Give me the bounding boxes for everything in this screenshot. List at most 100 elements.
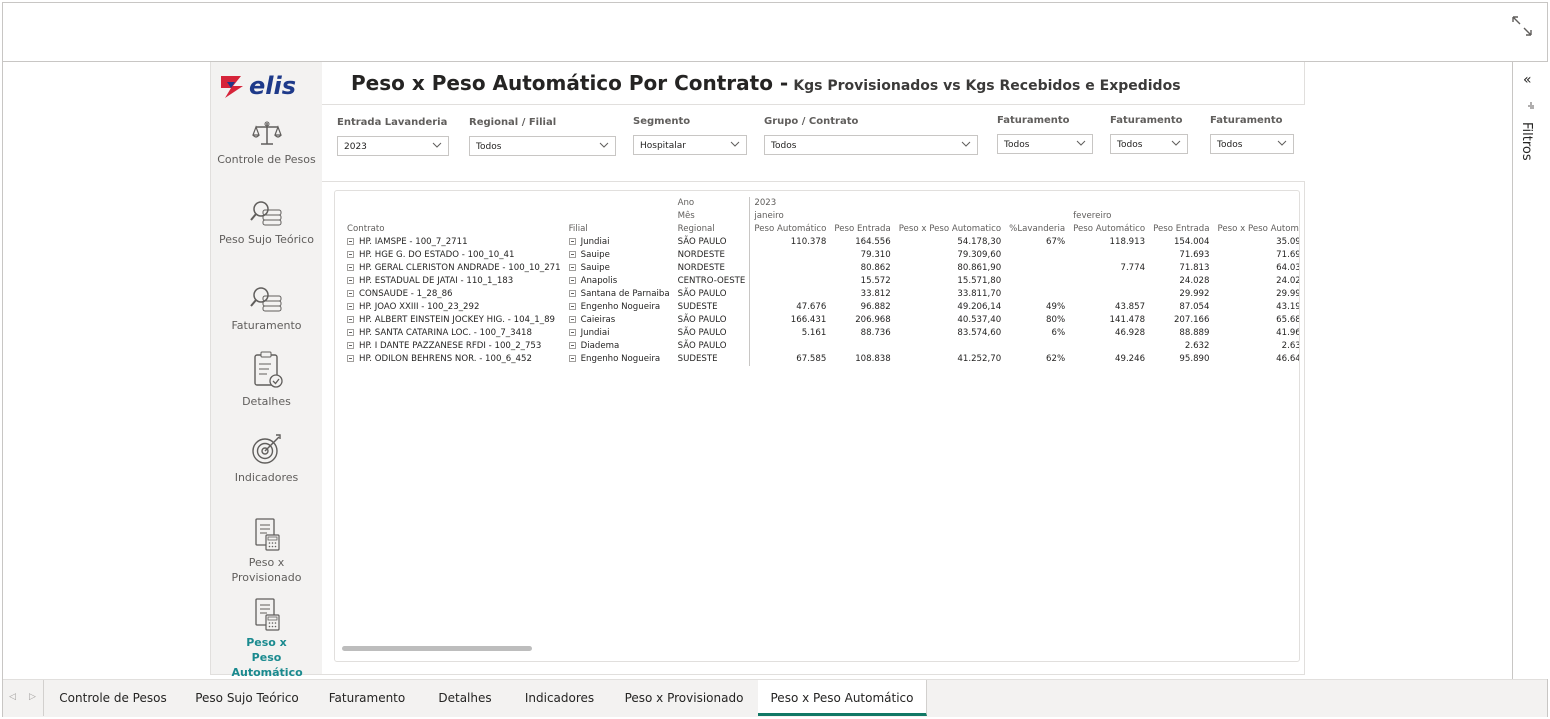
nav-peso-sujo-teorico[interactable]: Peso Sujo Teórico xyxy=(211,198,322,247)
chevron-down-icon xyxy=(599,142,609,148)
table-row[interactable]: HP. SANTA CATARINA LOC. - 100_7_3418 Jund… xyxy=(343,327,1299,340)
col-contrato[interactable]: Contrato xyxy=(343,223,565,236)
slicer-dropdown[interactable]: Hospitalar xyxy=(633,135,747,155)
cell-jan-lav: 62% xyxy=(1005,353,1069,366)
expand-collapse-icon[interactable] xyxy=(347,316,354,323)
expand-collapse-icon[interactable] xyxy=(347,277,354,284)
expand-collapse-icon[interactable] xyxy=(568,303,576,310)
table-row[interactable]: HP. I DANTE PAZZANESE RFDI - 100_2_753 Di… xyxy=(343,340,1299,353)
cell-fev-ent: 87.054 xyxy=(1149,301,1213,314)
nav-peso-x-provisionado[interactable]: Peso x Provisionado xyxy=(211,517,322,585)
tab-peso-x-peso-automatico[interactable]: Peso x Peso Automático xyxy=(758,680,927,716)
table-row[interactable]: HP. GERAL CLERISTON ANDRADE - 100_10_271… xyxy=(343,262,1299,275)
cell-fev-ent: 2.632 xyxy=(1149,340,1213,353)
nav-faturamento[interactable]: Faturamento xyxy=(211,284,322,333)
expand-collapse-icon[interactable] xyxy=(568,264,576,271)
expand-collapse-icon[interactable] xyxy=(347,355,354,362)
table-row[interactable]: HP. HGE G. DO ESTADO - 100_10_41 Sauipe NO… xyxy=(343,249,1299,262)
expand-collapse-icon[interactable] xyxy=(568,277,576,284)
tab-peso-sujo-teorico[interactable]: Peso Sujo Teórico xyxy=(181,680,314,716)
expand-collapse-icon[interactable] xyxy=(347,251,354,258)
cell-jan-pxp: 54.178,30 xyxy=(895,236,1005,249)
report-page: elis Controle de Pesos Peso Sujo Teórico… xyxy=(210,62,1305,679)
slicer-dropdown[interactable]: Todos xyxy=(1210,134,1294,154)
expand-collapse-icon[interactable] xyxy=(568,316,576,323)
month-janeiro: janeiro xyxy=(749,210,831,223)
tab-indicadores[interactable]: Indicadores xyxy=(509,680,611,716)
filters-pane-label[interactable]: Filtros xyxy=(1519,122,1534,161)
slicer-dropdown[interactable]: Todos xyxy=(469,136,616,156)
tab-scroll-right-icon[interactable]: ▷ xyxy=(29,692,36,702)
nav-peso-x-peso-automatico[interactable]: Peso x Peso Automático xyxy=(211,597,322,680)
cell-value: 166.431 xyxy=(790,315,827,325)
col-jan-peso-auto[interactable]: Peso Automático xyxy=(749,223,831,236)
cell-value: 96.882 xyxy=(860,302,891,312)
nav-indicadores[interactable]: Indicadores xyxy=(211,432,322,485)
expand-collapse-icon[interactable] xyxy=(347,238,354,245)
slicer-dropdown[interactable]: Todos xyxy=(764,135,978,155)
expand-collapse-icon[interactable] xyxy=(568,342,576,349)
table-row[interactable]: CONSAUDE - 1_28_86 Santana de Parnaiba SÃO… xyxy=(343,288,1299,301)
cell-regional: SUDESTE xyxy=(674,353,750,366)
expand-collapse-icon[interactable] xyxy=(347,329,354,336)
clipboard-checklist-icon xyxy=(253,351,283,388)
slicer-entrada-lavanderia: Entrada Lavanderia 2023 xyxy=(337,117,449,156)
table-row[interactable]: HP. ALBERT EINSTEIN JOCKEY HIG. - 104_1_… xyxy=(343,314,1299,327)
col-fev-peso-x-peso[interactable]: Peso x Peso Automatico xyxy=(1214,223,1300,236)
cell-value: HP. I DANTE PAZZANESE RFDI - 100_2_753 xyxy=(359,341,542,351)
expand-collapse-icon[interactable] xyxy=(347,290,354,297)
expand-collapse-icon[interactable] xyxy=(568,355,576,362)
cell-value: SÃO PAULO xyxy=(677,237,727,247)
cell-value: 88.889 xyxy=(1179,328,1210,338)
tab-peso-x-provisionado[interactable]: Peso x Provisionado xyxy=(610,680,759,716)
expand-collapse-icon[interactable] xyxy=(568,329,576,336)
cell-value: HP. ALBERT EINSTEIN JOCKEY HIG. - 104_1_… xyxy=(359,315,556,325)
cell-value: 24.028 xyxy=(1179,276,1210,286)
nav-detalhes[interactable]: Detalhes xyxy=(211,350,322,409)
cell-contrato: HP. I DANTE PAZZANESE RFDI - 100_2_753 xyxy=(343,340,565,353)
col-jan-peso-x-peso[interactable]: Peso x Peso Automatico xyxy=(895,223,1005,236)
table-row[interactable]: HP. IAMSPE - 100_7_2711 Jundiai SÃO PAULO 1… xyxy=(343,236,1299,249)
cell-value: 46.644,34 xyxy=(1276,354,1299,364)
cell-value: 47.676 xyxy=(796,302,827,312)
cell-jan-pxp xyxy=(895,340,1005,353)
table-row[interactable]: HP. ESTADUAL DE JATAI - 110_1_183 Anapoli… xyxy=(343,275,1299,288)
expand-icon[interactable] xyxy=(1511,15,1533,37)
nav-controle-de-pesos[interactable]: Controle de Pesos xyxy=(211,120,322,167)
laundry-search-icon xyxy=(249,201,281,226)
cell-value: 43.196,20 xyxy=(1276,302,1299,312)
cell-jan-lav xyxy=(1005,288,1069,301)
col-jan-lavanderia[interactable]: %Lavanderia xyxy=(1005,223,1069,236)
header-spacer xyxy=(830,210,1069,223)
slicer-dropdown[interactable]: Todos xyxy=(1110,134,1188,154)
expand-collapse-icon[interactable] xyxy=(568,238,576,245)
col-filial[interactable]: Filial xyxy=(565,223,674,236)
cell-jan-auto xyxy=(749,288,831,301)
collapse-icon[interactable]: « xyxy=(1523,72,1532,88)
tab-detalhes[interactable]: Detalhes xyxy=(421,680,510,716)
horizontal-scrollbar[interactable] xyxy=(342,646,532,651)
col-fev-peso-entrada[interactable]: Peso Entrada xyxy=(1149,223,1213,236)
hier-label-regional[interactable]: Regional xyxy=(674,223,750,236)
cell-value: Sauipe xyxy=(580,250,610,260)
expand-collapse-icon[interactable] xyxy=(347,342,354,349)
cell-value: Engenho Nogueira xyxy=(580,302,661,312)
expand-collapse-icon[interactable] xyxy=(347,303,354,310)
slicer-dropdown[interactable]: Todos xyxy=(997,134,1093,154)
table-row[interactable]: HP. JOAO XXIII - 100_23_292 Engenho Nogue… xyxy=(343,301,1299,314)
cell-value: 206.968 xyxy=(855,315,891,325)
cell-contrato: CONSAUDE - 1_28_86 xyxy=(343,288,565,301)
cell-value: 49.206,14 xyxy=(957,302,1002,312)
expand-collapse-icon[interactable] xyxy=(568,290,576,297)
col-fev-peso-auto[interactable]: Peso Automático xyxy=(1069,223,1149,236)
tab-faturamento[interactable]: Faturamento xyxy=(313,680,422,716)
cell-value: Caieiras xyxy=(580,315,616,325)
tab-scroll-left-icon[interactable]: ◁ xyxy=(9,692,16,702)
slicer-dropdown[interactable]: 2023 xyxy=(337,136,449,156)
expand-collapse-icon[interactable] xyxy=(568,251,576,258)
cell-value: 71.813 xyxy=(1179,263,1210,273)
col-jan-peso-entrada[interactable]: Peso Entrada xyxy=(830,223,894,236)
expand-collapse-icon[interactable] xyxy=(347,264,354,271)
table-row[interactable]: HP. ODILON BEHRENS NOR. - 100_6_452 Engen… xyxy=(343,353,1299,366)
tab-controle-de-pesos[interactable]: Controle de Pesos xyxy=(43,680,183,716)
